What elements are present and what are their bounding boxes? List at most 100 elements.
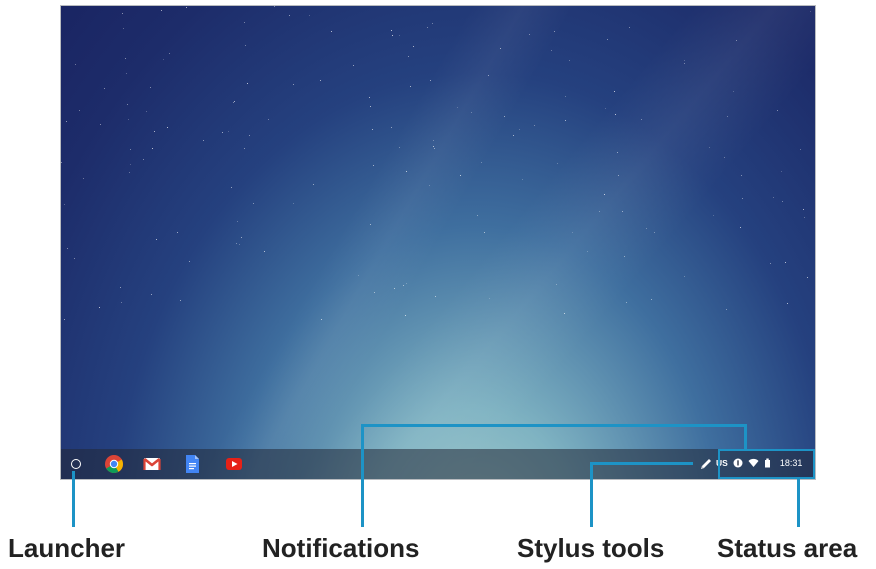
star xyxy=(428,185,430,187)
star xyxy=(513,134,515,136)
star xyxy=(518,128,520,130)
star xyxy=(66,121,68,123)
star xyxy=(433,140,435,142)
star xyxy=(780,170,782,172)
star xyxy=(777,109,779,111)
star xyxy=(651,298,653,300)
star xyxy=(98,306,100,308)
star xyxy=(151,148,153,150)
star xyxy=(99,124,101,126)
star xyxy=(263,251,265,253)
star xyxy=(807,277,809,279)
star xyxy=(120,302,122,304)
star xyxy=(564,95,566,97)
star xyxy=(330,30,332,32)
youtube-app-button[interactable] xyxy=(223,453,245,475)
star xyxy=(617,151,619,153)
star xyxy=(176,232,178,234)
star xyxy=(399,146,401,148)
star xyxy=(712,215,714,217)
star xyxy=(319,80,321,82)
docs-icon xyxy=(186,455,199,473)
chrome-icon xyxy=(105,455,123,474)
star xyxy=(124,58,126,60)
star xyxy=(398,34,400,36)
star xyxy=(394,288,395,290)
star xyxy=(431,22,433,24)
star xyxy=(427,26,429,28)
star xyxy=(163,58,165,60)
star xyxy=(156,239,158,241)
star xyxy=(167,126,169,128)
star xyxy=(373,292,375,294)
star xyxy=(312,184,314,186)
star xyxy=(188,260,190,262)
star xyxy=(247,82,249,84)
star xyxy=(740,227,742,229)
star xyxy=(119,287,121,289)
star xyxy=(409,86,411,88)
star xyxy=(228,130,230,132)
star xyxy=(61,161,63,163)
star xyxy=(232,102,234,104)
stylus-callout-vertical xyxy=(590,462,593,527)
star xyxy=(371,128,373,130)
star xyxy=(572,232,574,234)
launcher-button[interactable] xyxy=(65,453,87,475)
star xyxy=(500,48,502,50)
star xyxy=(403,285,405,287)
star xyxy=(243,147,245,149)
star xyxy=(740,175,742,176)
star xyxy=(321,318,323,320)
star xyxy=(785,261,787,263)
star xyxy=(733,90,735,92)
star xyxy=(586,251,588,253)
star xyxy=(130,164,132,166)
star xyxy=(202,140,204,142)
star xyxy=(372,165,374,167)
star xyxy=(128,118,130,120)
chrome-app-button[interactable] xyxy=(103,453,125,475)
star xyxy=(772,196,774,198)
launcher-circle-icon xyxy=(71,459,81,469)
star xyxy=(613,91,615,93)
star xyxy=(128,172,130,174)
star xyxy=(607,39,609,41)
star xyxy=(460,174,462,176)
star xyxy=(621,210,623,212)
label-stylus-tools: Stylus tools xyxy=(517,533,665,563)
star xyxy=(736,39,738,41)
star xyxy=(653,232,655,234)
star xyxy=(564,120,566,122)
star xyxy=(727,116,729,118)
star xyxy=(245,45,246,47)
docs-app-button[interactable] xyxy=(181,453,203,475)
star xyxy=(604,108,606,110)
star xyxy=(603,194,605,196)
star xyxy=(803,209,805,211)
gmail-app-button[interactable] xyxy=(141,453,163,475)
star xyxy=(787,302,789,304)
star xyxy=(684,275,686,277)
star xyxy=(724,156,726,158)
star xyxy=(241,237,243,239)
star xyxy=(67,248,69,249)
star xyxy=(79,109,81,111)
notifications-callout-horizontal xyxy=(361,424,746,427)
star xyxy=(129,149,131,151)
star xyxy=(180,300,182,302)
star xyxy=(412,46,414,48)
star xyxy=(308,14,310,16)
star xyxy=(488,298,490,300)
star xyxy=(618,174,620,176)
label-status-area: Status area xyxy=(717,533,858,563)
star xyxy=(125,73,127,75)
stylus-callout-horizontal xyxy=(590,462,693,465)
wallpaper xyxy=(61,6,815,479)
star xyxy=(222,131,224,133)
gmail-icon xyxy=(143,457,161,470)
stylus-callout-box xyxy=(693,450,715,478)
star xyxy=(404,315,406,317)
star xyxy=(248,134,250,136)
star xyxy=(233,100,235,102)
